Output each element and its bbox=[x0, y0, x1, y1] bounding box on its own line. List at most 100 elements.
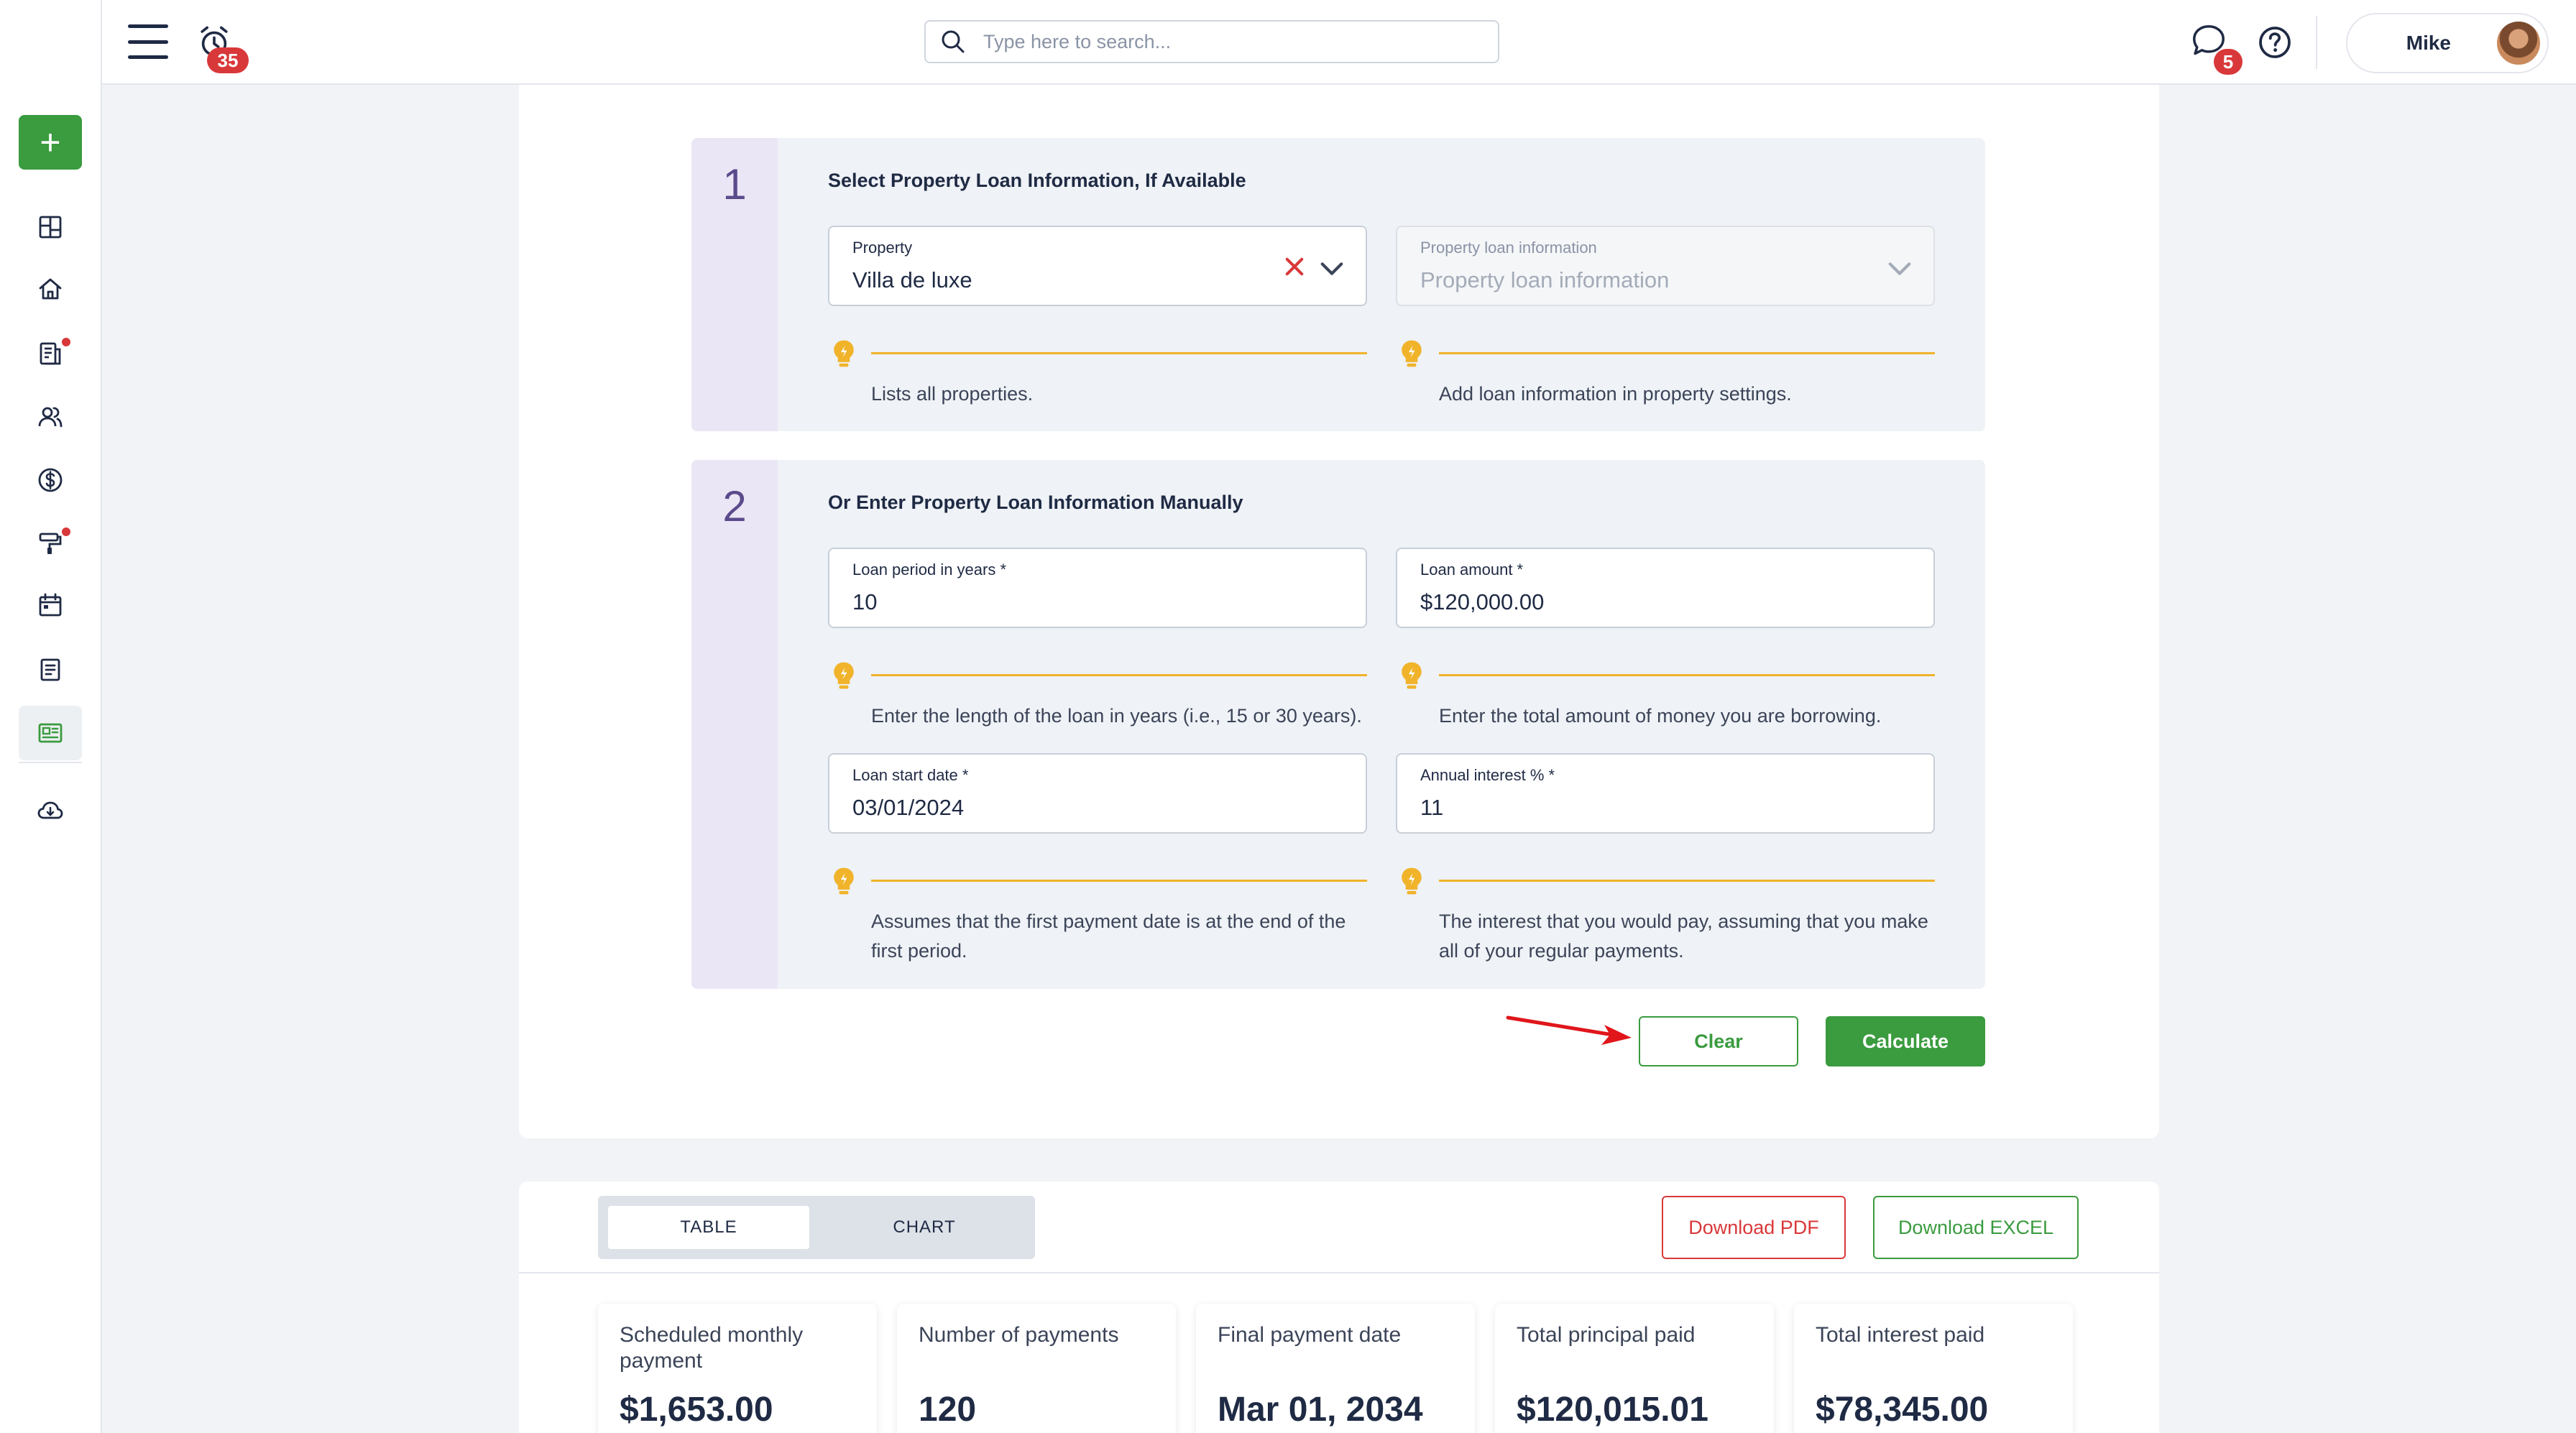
chevron-down-icon[interactable] bbox=[1886, 254, 1913, 282]
stat-card-monthly-payment: Scheduled monthly payment $1,653.00 bbox=[598, 1304, 877, 1433]
step-number: 2 bbox=[722, 482, 747, 530]
calendar-icon bbox=[39, 593, 62, 617]
loan-start-date-field[interactable]: Loan start date * 03/01/2024 bbox=[828, 753, 1367, 834]
search-box[interactable] bbox=[924, 20, 1499, 63]
calculator-icon bbox=[38, 723, 63, 743]
stat-label: Number of payments bbox=[919, 1323, 1119, 1347]
lightbulb-icon bbox=[1402, 340, 1422, 367]
lightbulb-icon bbox=[834, 867, 854, 895]
sidebar-item-maintenance[interactable] bbox=[19, 516, 82, 571]
hint-line bbox=[1439, 880, 1935, 882]
property-select[interactable]: Property Villa de luxe bbox=[828, 226, 1367, 306]
sidebar-item-properties[interactable] bbox=[19, 262, 82, 316]
download-excel-button[interactable]: Download EXCEL bbox=[1873, 1196, 2079, 1259]
loan-period-value: 10 bbox=[852, 589, 878, 614]
cloud-download-icon bbox=[37, 801, 63, 819]
stat-value: 120 bbox=[919, 1391, 977, 1429]
hint-text: Assumes that the first payment date is a… bbox=[871, 911, 1346, 962]
document-icon bbox=[40, 658, 60, 681]
step-number-column: 1 bbox=[691, 138, 778, 431]
hint-line bbox=[1439, 352, 1935, 354]
sidebar-item-documents[interactable] bbox=[19, 642, 82, 697]
stat-value: Mar 01, 2034 bbox=[1218, 1391, 1423, 1429]
loan-period-field[interactable]: Loan period in years * 10 bbox=[828, 548, 1367, 628]
hint-line bbox=[871, 880, 1367, 882]
section-manual-loan-information: 2 Or Enter Property Loan Information Man… bbox=[691, 460, 1985, 989]
hint-text: Enter the length of the loan in years (i… bbox=[871, 705, 1362, 727]
sidebar-item-calculators[interactable] bbox=[19, 706, 82, 760]
results-divider bbox=[519, 1272, 2159, 1273]
messages-count-badge: 5 bbox=[2214, 49, 2242, 75]
stat-value: $78,345.00 bbox=[1816, 1391, 1989, 1429]
stat-label: Final payment date bbox=[1218, 1323, 1402, 1347]
hint-text: The interest that you would pay, assumin… bbox=[1439, 911, 1928, 962]
dashboard-icon bbox=[39, 216, 62, 239]
reports-icon bbox=[40, 342, 61, 365]
sidebar-item-people[interactable] bbox=[19, 390, 82, 444]
stat-label: Total interest paid bbox=[1816, 1323, 1985, 1347]
annual-interest-label: Annual interest % * bbox=[1420, 766, 1555, 784]
stat-label: Scheduled monthly payment bbox=[620, 1323, 804, 1373]
sidebar-item-downloads[interactable] bbox=[19, 783, 82, 838]
annual-interest-value: 11 bbox=[1420, 795, 1444, 820]
loan-info-label: Property loan information bbox=[1420, 239, 1597, 257]
help-icon[interactable] bbox=[2257, 24, 2293, 60]
sidebar-item-calendar[interactable] bbox=[19, 578, 82, 632]
user-menu[interactable]: Mike bbox=[2346, 13, 2549, 73]
lightbulb-icon bbox=[1402, 867, 1422, 895]
hint-line bbox=[871, 674, 1367, 676]
annual-interest-field[interactable]: Annual interest % * 11 bbox=[1396, 753, 1935, 834]
hint-annual-interest: The interest that you would pay, assumin… bbox=[1396, 865, 1935, 966]
hint-line bbox=[1439, 674, 1935, 676]
top-bar: 35 5 Mike bbox=[0, 0, 2576, 85]
stat-label: Total principal paid bbox=[1517, 1323, 1696, 1347]
search-icon bbox=[942, 30, 965, 53]
loan-info-placeholder: Property loan information bbox=[1420, 267, 1670, 292]
notifications-button[interactable]: 35 bbox=[194, 22, 252, 75]
sidebar-item-reports[interactable] bbox=[19, 326, 82, 381]
calculate-button[interactable]: Calculate bbox=[1826, 1016, 1985, 1066]
loan-start-date-value: 03/01/2024 bbox=[852, 795, 965, 820]
sidebar: + bbox=[0, 0, 102, 1433]
download-pdf-button[interactable]: Download PDF bbox=[1662, 1196, 1846, 1259]
home-icon bbox=[39, 278, 62, 300]
property-loan-information-select[interactable]: Property loan information Property loan … bbox=[1396, 226, 1935, 306]
stat-value: $1,653.00 bbox=[620, 1391, 773, 1429]
stat-card-number-of-payments: Number of payments 120 bbox=[897, 1304, 1176, 1433]
hint-line bbox=[871, 352, 1367, 354]
reports-alert-dot bbox=[62, 338, 70, 346]
lightbulb-icon bbox=[1402, 662, 1422, 689]
clear-button[interactable]: Clear bbox=[1639, 1016, 1798, 1066]
results-card: TABLE CHART Download PDF Download EXCEL … bbox=[519, 1181, 2159, 1433]
tab-table[interactable]: TABLE bbox=[608, 1206, 809, 1249]
user-name: Mike bbox=[2406, 32, 2451, 54]
add-new-button[interactable]: + bbox=[19, 115, 82, 170]
loan-amount-field[interactable]: Loan amount * $120,000.00 bbox=[1396, 548, 1935, 628]
stat-value: $120,015.01 bbox=[1517, 1391, 1708, 1429]
property-label: Property bbox=[852, 239, 913, 257]
sidebar-item-accounting[interactable] bbox=[19, 453, 82, 507]
search-input[interactable] bbox=[983, 30, 1472, 53]
hamburger-menu-icon[interactable] bbox=[128, 24, 168, 59]
hint-text: Add loan information in property setting… bbox=[1439, 383, 1792, 405]
people-icon bbox=[38, 407, 63, 428]
dollar-icon bbox=[38, 468, 63, 492]
lightbulb-icon bbox=[834, 662, 854, 689]
hint-loan-start-date: Assumes that the first payment date is a… bbox=[828, 865, 1367, 966]
lightbulb-icon bbox=[834, 340, 854, 367]
tab-chart[interactable]: CHART bbox=[824, 1206, 1025, 1249]
messages-button[interactable]: 5 bbox=[2189, 22, 2242, 75]
property-value: Villa de luxe bbox=[852, 267, 972, 292]
maintenance-alert-dot bbox=[62, 527, 70, 536]
chevron-down-icon[interactable] bbox=[1318, 254, 1346, 282]
hint-property: Lists all properties. bbox=[828, 338, 1367, 410]
stat-card-total-principal: Total principal paid $120,015.01 bbox=[1495, 1304, 1774, 1433]
hint-loan-period: Enter the length of the loan in years (i… bbox=[828, 660, 1367, 727]
step-number: 1 bbox=[722, 160, 747, 208]
hint-text: Lists all properties. bbox=[871, 383, 1034, 405]
sidebar-item-dashboard[interactable] bbox=[19, 200, 82, 254]
stat-card-total-interest: Total interest paid $78,345.00 bbox=[1794, 1304, 2073, 1433]
clear-selection-icon[interactable] bbox=[1282, 254, 1307, 279]
maintenance-icon bbox=[39, 533, 62, 554]
loan-period-label: Loan period in years * bbox=[852, 561, 1007, 579]
